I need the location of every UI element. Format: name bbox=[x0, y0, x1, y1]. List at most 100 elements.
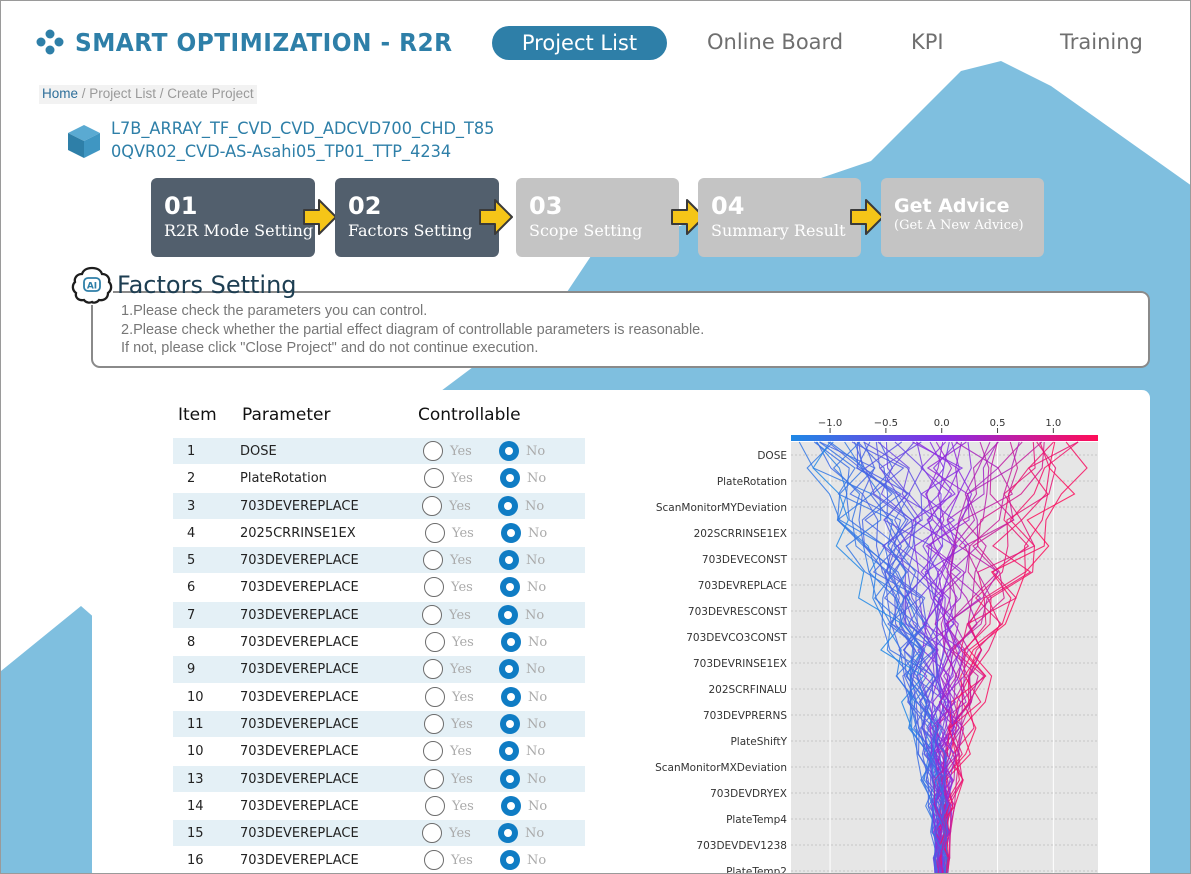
no-label: No bbox=[527, 580, 547, 596]
controllable-yes-radio[interactable] bbox=[422, 823, 442, 844]
get-advice-button[interactable]: Get Advice (Get A New Advice) bbox=[881, 178, 1044, 257]
controllable-no-radio[interactable] bbox=[498, 604, 518, 625]
row-item: 1 bbox=[187, 444, 196, 459]
nav-training[interactable]: Training bbox=[1060, 30, 1143, 54]
row-item: 9 bbox=[187, 662, 196, 678]
controllable-yes-radio[interactable] bbox=[425, 795, 445, 816]
controllable-no-radio[interactable] bbox=[498, 823, 518, 844]
no-label: No bbox=[527, 716, 547, 732]
controllable-no-radio[interactable] bbox=[500, 768, 520, 789]
controllable-no-radio[interactable] bbox=[500, 468, 520, 489]
table-row: 16 703DEVEREPLACE Yes No bbox=[173, 847, 585, 873]
row-item: 3 bbox=[187, 498, 196, 514]
breadcrumb-home-link[interactable]: Home bbox=[42, 86, 78, 101]
row-parameter: 703DEVEREPLACE bbox=[240, 635, 359, 651]
controllable-yes-radio[interactable] bbox=[425, 522, 445, 543]
feature-label: 202SCRRINSE1EX bbox=[694, 528, 787, 540]
controllable-yes-radio[interactable] bbox=[424, 850, 444, 871]
controllable-yes-radio[interactable] bbox=[424, 713, 444, 734]
row-parameter: PlateRotation bbox=[240, 471, 327, 487]
controllable-no-radio[interactable] bbox=[499, 741, 519, 762]
app-title: SMART OPTIMIZATION - R2R bbox=[75, 27, 453, 57]
controllable-yes-radio[interactable] bbox=[423, 441, 443, 461]
cube-icon bbox=[68, 125, 100, 158]
yes-label: Yes bbox=[451, 471, 473, 487]
yes-label: Yes bbox=[451, 716, 473, 732]
controllable-yes-radio[interactable] bbox=[424, 768, 444, 789]
x-tick-label: 0.0 bbox=[934, 418, 950, 429]
yes-label: Yes bbox=[451, 580, 473, 596]
step-scope-setting[interactable]: 03 Scope Setting bbox=[516, 178, 679, 257]
controllable-yes-radio[interactable] bbox=[424, 468, 444, 489]
x-tick-label: −0.5 bbox=[874, 418, 898, 429]
controllable-no-radio[interactable] bbox=[500, 850, 520, 871]
feature-label: 703DEVDRYEX bbox=[710, 788, 787, 800]
table-row: 8 703DEVEREPLACE Yes No bbox=[173, 629, 585, 657]
step-summary-result[interactable]: 04 Summary Result bbox=[698, 178, 861, 257]
feature-label: 703DEVDEV1238 bbox=[696, 840, 787, 852]
controllable-yes-radio[interactable] bbox=[425, 632, 445, 653]
table-row: 7 703DEVEREPLACE Yes No bbox=[173, 601, 585, 630]
controllable-no-radio[interactable] bbox=[500, 577, 520, 598]
controllable-no-radio[interactable] bbox=[501, 686, 521, 707]
section-heading: Factors Setting bbox=[117, 271, 297, 299]
yes-label: Yes bbox=[452, 525, 474, 541]
controllable-yes-radio[interactable] bbox=[425, 686, 445, 707]
controllable-yes-radio[interactable] bbox=[423, 659, 443, 680]
controllable-yes-radio[interactable] bbox=[423, 741, 443, 762]
controllable-no-radio[interactable] bbox=[499, 550, 519, 571]
step-r2r-mode-setting[interactable]: 01 R2R Mode Setting bbox=[151, 178, 315, 257]
feature-label: 703DEVECONST bbox=[702, 554, 788, 566]
dots-logo-icon bbox=[36, 29, 64, 55]
controllable-yes-radio[interactable] bbox=[422, 604, 442, 625]
step-factors-setting[interactable]: 02 Factors Setting bbox=[335, 178, 499, 257]
controllable-no-radio[interactable] bbox=[498, 495, 518, 516]
col-header-parameter: Parameter bbox=[242, 405, 331, 425]
feature-label: PlateTemp2 bbox=[726, 866, 787, 874]
project-name: L7B_ARRAY_TF_CVD_CVD_ADCVD700_CHD_T85 0Q… bbox=[111, 118, 494, 164]
get-advice-sublabel: (Get A New Advice) bbox=[894, 218, 1024, 233]
controllable-no-radio[interactable] bbox=[500, 713, 520, 734]
row-item: 16 bbox=[187, 853, 204, 869]
feature-label: ScanMonitorMXDeviation bbox=[655, 762, 787, 774]
no-label: No bbox=[527, 771, 547, 787]
controllable-yes-radio[interactable] bbox=[424, 577, 444, 598]
project-name-line1: L7B_ARRAY_TF_CVD_CVD_ADCVD700_CHD_T85 bbox=[111, 119, 495, 139]
row-parameter: 703DEVEREPLACE bbox=[240, 662, 359, 678]
table-row: 4 2025CRRINSE1EX Yes No bbox=[173, 519, 585, 548]
row-item: 10 bbox=[187, 689, 204, 705]
controllable-no-radio[interactable] bbox=[501, 632, 521, 653]
col-header-controllable: Controllable bbox=[418, 405, 521, 425]
controllable-yes-radio[interactable] bbox=[422, 495, 442, 516]
project-name-line2: 0QVR02_CVD-AS-Asahi05_TP01_TTP_4234 bbox=[111, 142, 452, 162]
controllable-no-radio[interactable] bbox=[499, 659, 519, 680]
parameter-table: 1 DOSE Yes No 2 PlateRotation Yes No 3 703DEVEREP… bbox=[173, 438, 585, 873]
nav-kpi[interactable]: KPI bbox=[911, 30, 944, 54]
row-parameter: 2025CRRINSE1EX bbox=[240, 525, 356, 541]
x-tick-label: −1.0 bbox=[818, 418, 842, 429]
feature-label: PlateTemp4 bbox=[726, 814, 787, 826]
step-label: Scope Setting bbox=[529, 221, 643, 240]
color-bar bbox=[791, 435, 1098, 441]
row-parameter: 703DEVEREPLACE bbox=[240, 744, 359, 760]
yes-label: Yes bbox=[451, 853, 473, 869]
instruction-line: 2.Please check whether the partial effec… bbox=[121, 321, 705, 338]
table-row: 14 703DEVEREPLACE Yes No bbox=[173, 792, 585, 821]
controllable-no-radio[interactable] bbox=[499, 441, 519, 461]
controllable-yes-radio[interactable] bbox=[423, 550, 443, 571]
table-row: 6 703DEVEREPLACE Yes No bbox=[173, 574, 585, 602]
controllable-no-radio[interactable] bbox=[501, 795, 521, 816]
feature-label: 703DEVCO3CONST bbox=[686, 632, 787, 644]
row-item: 5 bbox=[187, 553, 196, 569]
no-label: No bbox=[525, 607, 545, 623]
yes-label: Yes bbox=[449, 826, 471, 842]
yes-label: Yes bbox=[452, 798, 474, 814]
app-logo[interactable]: SMART OPTIMIZATION - R2R bbox=[35, 27, 481, 57]
instruction-line: If not, please click "Close Project" and… bbox=[121, 340, 539, 356]
controllable-no-radio[interactable] bbox=[501, 522, 521, 543]
ai-brain-icon: AI bbox=[71, 265, 113, 305]
nav-project-list[interactable]: Project List bbox=[492, 26, 667, 60]
row-item: 7 bbox=[187, 607, 196, 623]
nav-online-board[interactable]: Online Board bbox=[707, 30, 843, 54]
no-label: No bbox=[525, 498, 545, 514]
